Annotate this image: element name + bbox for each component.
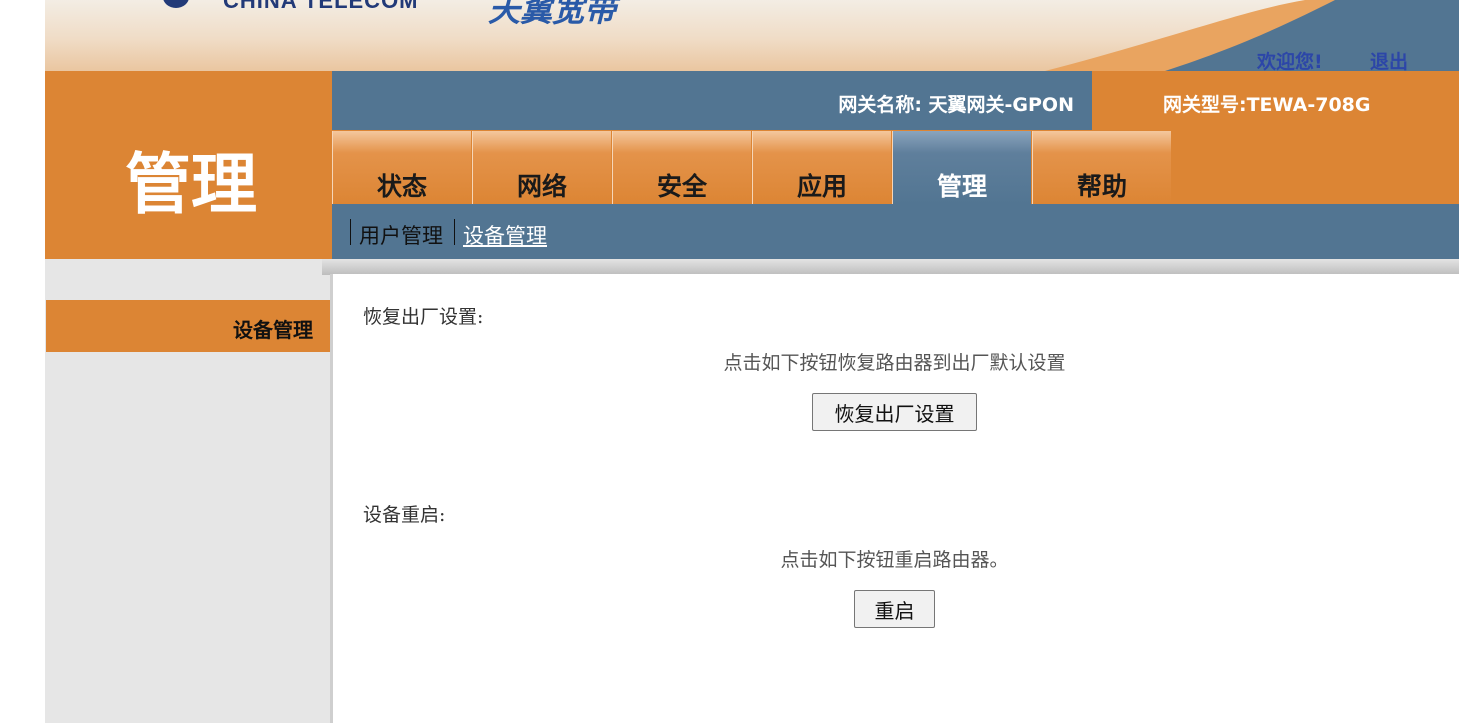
tab-network[interactable]: 网络 (472, 131, 611, 204)
tab-security[interactable]: 安全 (612, 131, 751, 204)
tab-management[interactable]: 管理 (892, 131, 1031, 204)
subnav-user-management[interactable]: 用户管理 (359, 220, 443, 250)
subnav-divider (350, 219, 351, 245)
factory-reset-button[interactable]: 恢复出厂设置 (812, 393, 977, 431)
brand-name-cn: 天翼宽带 (488, 0, 617, 29)
content-top-divider (322, 259, 1459, 275)
subnav-divider (454, 219, 455, 245)
factory-reset-title: 恢复出厂设置: (363, 306, 484, 328)
brand-name-en: CHINA TELECOM (223, 0, 419, 13)
gateway-name: 网关名称: 天翼网关-GPON (838, 94, 1074, 116)
gateway-model-bar: 网关型号:TEWA-708G (1092, 71, 1459, 130)
sidebar-item-label: 设备管理 (233, 318, 313, 342)
logout-link[interactable]: 退出 (1370, 47, 1408, 71)
tab-label: 网络 (516, 172, 567, 201)
tab-label: 安全 (656, 172, 707, 201)
reboot-button[interactable]: 重启 (854, 590, 935, 628)
header-banner: CHINA TELECOM 天翼宽带 欢迎您! 退出 (45, 0, 1459, 71)
tab-label: 应用 (796, 172, 847, 201)
gateway-model: 网关型号:TEWA-708G (1163, 94, 1371, 116)
reboot-description: 点击如下按钮重启路由器。 (780, 549, 1009, 571)
sub-navigation: 用户管理 设备管理 (332, 204, 1459, 259)
main-content (330, 274, 1459, 723)
tab-label: 状态 (376, 172, 427, 201)
factory-reset-description: 点击如下按钮恢复路由器到出厂默认设置 (723, 352, 1066, 374)
tab-application[interactable]: 应用 (752, 131, 891, 204)
tab-status[interactable]: 状态 (332, 131, 471, 204)
page-title: 管理 (125, 146, 257, 223)
page-title-block: 管理 (45, 71, 332, 259)
tab-label: 管理 (936, 172, 987, 201)
gateway-name-bar: 网关名称: 天翼网关-GPON (332, 71, 1092, 130)
reboot-title: 设备重启: (363, 504, 446, 526)
sidebar-item-device-management[interactable]: 设备管理 (46, 300, 331, 352)
tab-label: 帮助 (1076, 172, 1127, 201)
welcome-link[interactable]: 欢迎您! (1257, 47, 1323, 71)
tab-help[interactable]: 帮助 (1032, 131, 1171, 204)
subnav-device-management[interactable]: 设备管理 (463, 220, 547, 250)
